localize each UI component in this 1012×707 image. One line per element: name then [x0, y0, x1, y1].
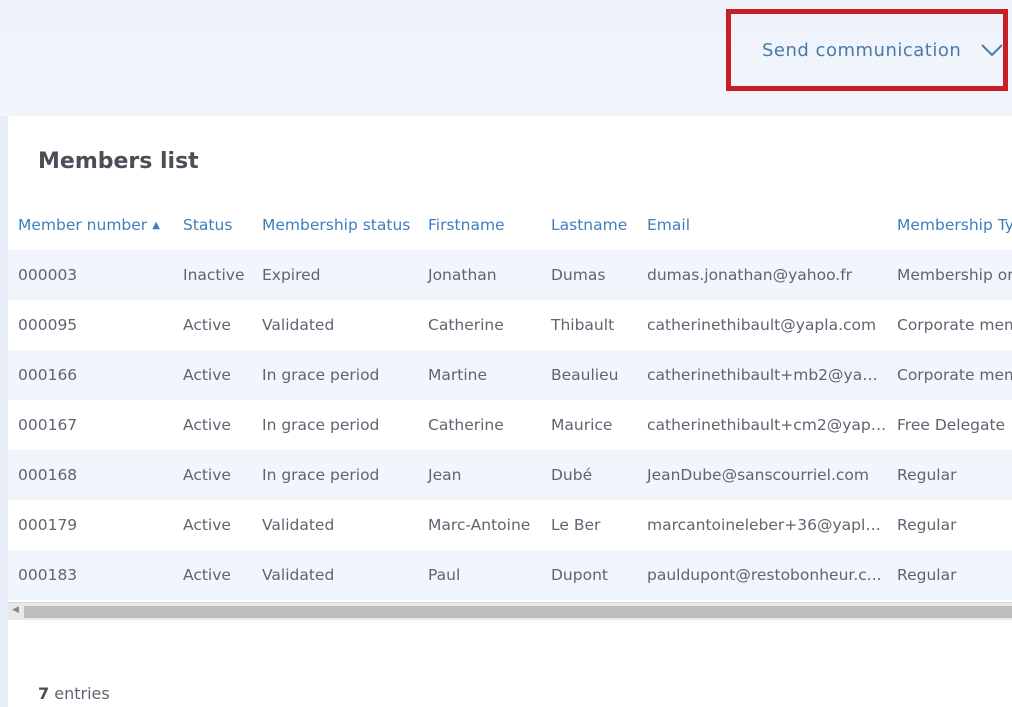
cell-email: catherinethibault@yapla.com: [647, 316, 877, 334]
cell-lastname: Dupont: [551, 566, 608, 584]
cell-firstname: Paul: [428, 566, 461, 584]
left-edge: [0, 116, 8, 707]
send-communication-button[interactable]: Send communication: [726, 9, 1008, 91]
table-row[interactable]: 000168 Active In grace period Jean Dubé …: [8, 450, 1012, 500]
column-header-firstname[interactable]: Firstname: [418, 200, 541, 250]
cell-lastname: Le Ber: [551, 516, 601, 534]
cell-email: catherinethibault+cm2@yapl...: [647, 416, 887, 434]
cell-member-number: 000168: [18, 466, 78, 484]
cell-firstname: Jonathan: [428, 266, 497, 284]
cell-membership-status: In grace period: [262, 466, 380, 484]
entries-label: entries: [54, 684, 110, 703]
table-row[interactable]: 000179 Active Validated Marc-Antoine Le …: [8, 500, 1012, 550]
column-header-email[interactable]: Email: [637, 200, 887, 250]
cell-membership-type: Regular: [897, 466, 957, 484]
cell-membership-type: Corporate mem: [897, 366, 1012, 384]
cell-membership-type: Membership org: [897, 266, 1012, 284]
cell-member-number: 000166: [18, 366, 78, 384]
table-header-row: Member number ▲ Status Membership status …: [8, 200, 1012, 250]
cell-status: Active: [183, 516, 231, 534]
chevron-down-icon: [981, 44, 1003, 57]
cell-status: Active: [183, 316, 231, 334]
cell-status: Active: [183, 466, 231, 484]
cell-membership-type: Corporate mem: [897, 316, 1012, 334]
cell-membership-type: Free Delegate: [897, 416, 1006, 434]
table-row[interactable]: 000167 Active In grace period Catherine …: [8, 400, 1012, 450]
cell-firstname: Catherine: [428, 316, 504, 334]
column-header-lastname[interactable]: Lastname: [541, 200, 637, 250]
cell-email: dumas.jonathan@yahoo.fr: [647, 266, 853, 284]
column-header-membership-status[interactable]: Membership status: [252, 200, 418, 250]
send-communication-label: Send communication: [762, 39, 962, 61]
cell-status: Active: [183, 366, 231, 384]
cell-email: marcantoineleber+36@yapla...: [647, 516, 887, 534]
cell-status: Active: [183, 416, 231, 434]
cell-firstname: Catherine: [428, 416, 504, 434]
cell-firstname: Martine: [428, 366, 487, 384]
cell-membership-status: Validated: [262, 566, 335, 584]
cell-member-number: 000179: [18, 516, 78, 534]
column-header-status[interactable]: Status: [173, 200, 252, 250]
cell-member-number: 000003: [18, 266, 78, 284]
cell-member-number: 000167: [18, 416, 78, 434]
members-table: Member number ▲ Status Membership status …: [8, 200, 1012, 600]
cell-membership-type: Regular: [897, 516, 957, 534]
entries-count: 7 entries: [38, 684, 110, 703]
cell-firstname: Marc-Antoine: [428, 516, 531, 534]
sort-ascending-icon[interactable]: ▲: [152, 220, 160, 231]
cell-lastname: Thibault: [551, 316, 615, 334]
members-table-container: Member number ▲ Status Membership status …: [8, 200, 1012, 600]
scroll-left-icon[interactable]: ◀: [12, 605, 19, 615]
cell-email: JeanDube@sanscourriel.com: [647, 466, 870, 484]
horizontal-scrollbar[interactable]: ◀: [8, 602, 1012, 620]
cell-membership-status: In grace period: [262, 416, 380, 434]
members-card: Members list Member number ▲ Status Membe…: [8, 116, 1012, 707]
cell-member-number: 000183: [18, 566, 78, 584]
column-header-membership-type[interactable]: Membership Ty: [887, 200, 1012, 250]
column-header-member-number[interactable]: Member number ▲: [8, 200, 173, 250]
table-row[interactable]: 000183 Active Validated Paul Dupont paul…: [8, 550, 1012, 600]
table-row[interactable]: 000095 Active Validated Catherine Thibau…: [8, 300, 1012, 350]
table-row[interactable]: 000003 Inactive Expired Jonathan Dumas d…: [8, 250, 1012, 300]
cell-status: Inactive: [183, 266, 245, 284]
page-title: Members list: [38, 149, 199, 174]
cell-membership-status: In grace period: [262, 366, 380, 384]
cell-membership-status: Validated: [262, 316, 335, 334]
cell-membership-type: Regular: [897, 566, 957, 584]
cell-membership-status: Expired: [262, 266, 321, 284]
cell-email: pauldupont@restobonheur.c...: [647, 566, 882, 584]
cell-member-number: 000095: [18, 316, 78, 334]
cell-firstname: Jean: [428, 466, 462, 484]
cell-lastname: Beaulieu: [551, 366, 619, 384]
cell-lastname: Dubé: [551, 466, 593, 484]
cell-status: Active: [183, 566, 231, 584]
cell-membership-status: Validated: [262, 516, 335, 534]
cell-email: catherinethibault+mb2@yapl...: [647, 366, 887, 384]
cell-lastname: Dumas: [551, 266, 606, 284]
cell-lastname: Maurice: [551, 416, 613, 434]
scrollbar-thumb[interactable]: [24, 606, 1012, 618]
table-row[interactable]: 000166 Active In grace period Martine Be…: [8, 350, 1012, 400]
entries-number: 7: [38, 684, 50, 703]
